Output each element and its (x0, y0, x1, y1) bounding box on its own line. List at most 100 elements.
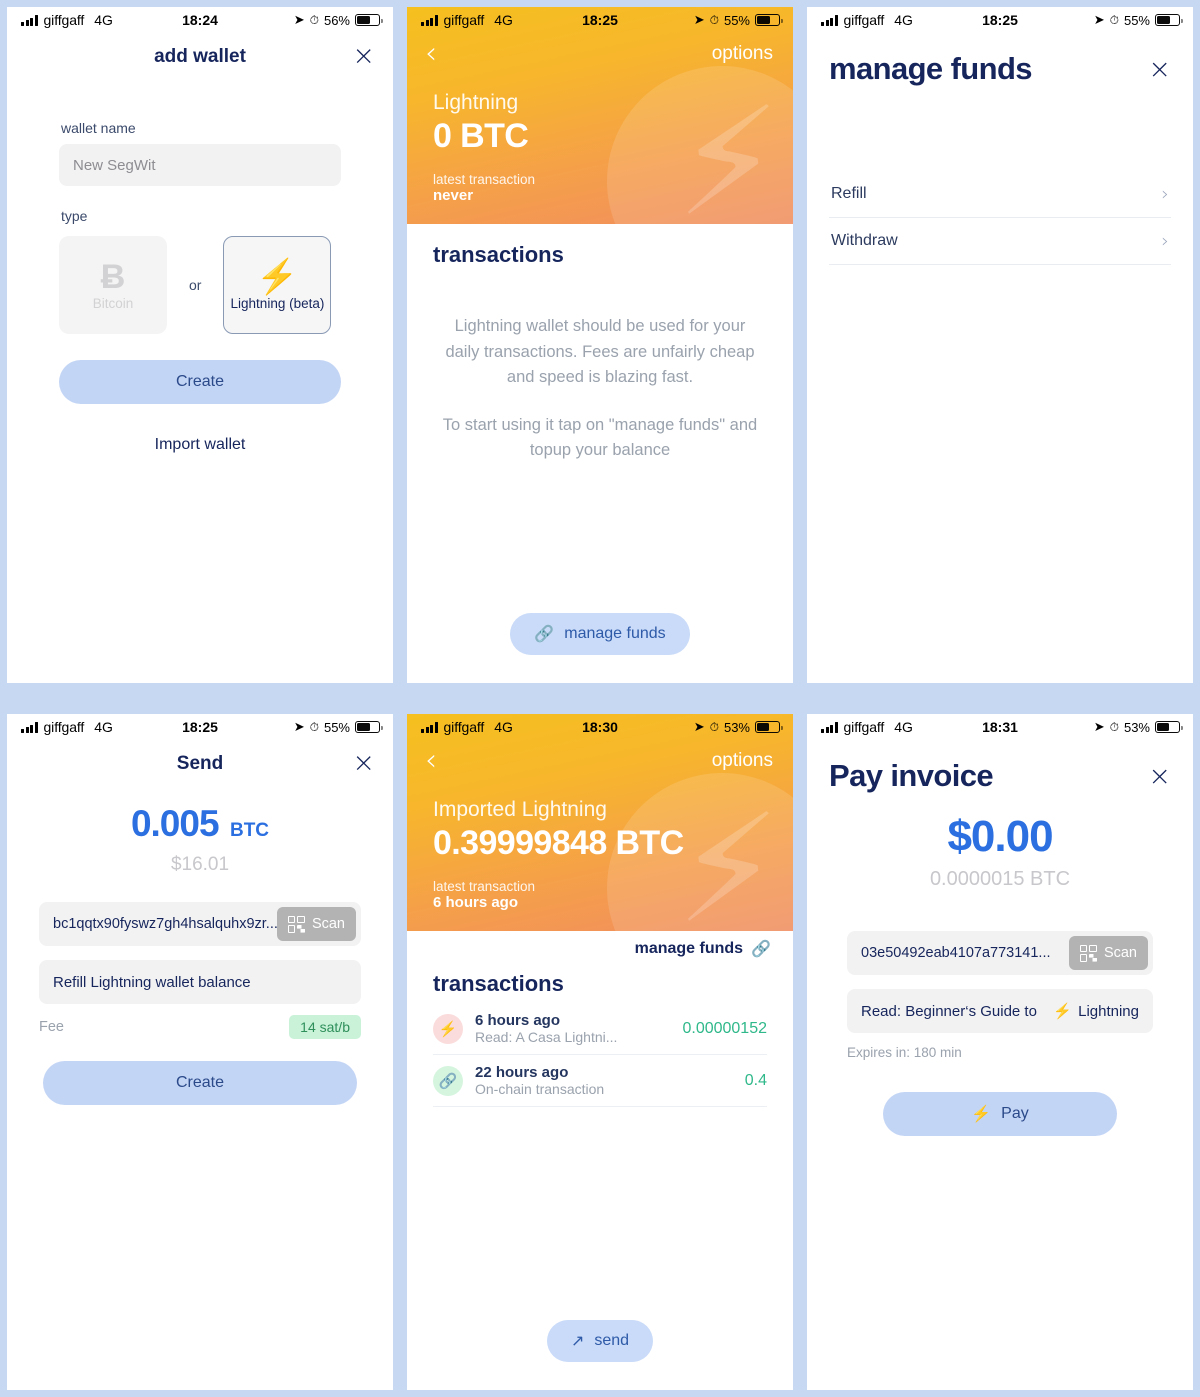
fee-label: Fee (39, 1019, 64, 1035)
manage-funds-area: 🔗 manage funds (407, 613, 793, 655)
fee-row: Fee 14 sat/b (39, 1015, 361, 1039)
amount-display: 0.005 BTC $16.01 (7, 803, 393, 876)
invoice-memo: Read: Beginner‘s Guide to ⚡ Lightning (847, 989, 1153, 1033)
status-bar: giffgaff 4G 18:25 ➤ ⏱ 55% (407, 7, 793, 33)
invoice-amount-btc: 0.0000015 BTC (929, 868, 1071, 890)
battery-icon (355, 721, 383, 733)
arrow-up-right-icon: ↗ (570, 1333, 585, 1350)
invoice-amount-display: $0.00 0.0000015 BTC (807, 812, 1193, 891)
type-option-bitcoin[interactable]: Ƀ Bitcoin (59, 236, 167, 334)
scan-button[interactable]: Scan (276, 907, 356, 941)
amount-unit: BTC (229, 820, 270, 841)
scan-button[interactable]: Scan (1068, 936, 1148, 970)
clock-label: 18:24 (182, 12, 218, 28)
import-wallet-link[interactable]: Import wallet (59, 436, 341, 454)
wallet-name-input[interactable]: New SegWit (59, 144, 341, 186)
hero-nav: ‹ options (407, 740, 793, 776)
lightning-bolt-icon: ⚡ (971, 1106, 992, 1123)
table-row[interactable]: ⚡ 6 hours ago Read: A Casa Lightni... 0.… (433, 1003, 767, 1055)
close-icon[interactable]: × (352, 749, 375, 776)
transaction-description: On-chain transaction (475, 1081, 605, 1097)
clock-label: 18:31 (982, 719, 1018, 735)
clock-label: 18:25 (982, 12, 1018, 28)
back-icon[interactable]: ‹ (425, 39, 437, 69)
address-input[interactable]: bc1qqtx90fyswz7gh4hsalquhx9zr... Scan (39, 902, 361, 946)
address-value: bc1qqtx90fyswz7gh4hsalquhx9zr... (53, 916, 277, 932)
clock-label: 18:25 (582, 12, 618, 28)
fee-badge[interactable]: 14 sat/b (289, 1015, 361, 1039)
invoice-memo-suffix: Lightning (1078, 1002, 1139, 1020)
options-button[interactable]: options (712, 43, 773, 65)
wallet-name: Imported Lightning (433, 798, 607, 821)
latest-transaction-value: 6 hours ago (433, 894, 519, 911)
wallet-hero: giffgaff 4G 18:30 ➤ ⏱ 53% ⚡ ‹ options Im… (407, 714, 793, 931)
empty-state-copy: Lightning wallet should be used for your… (407, 268, 793, 464)
manage-funds-link[interactable]: manage funds 🔗 (407, 931, 793, 959)
close-icon[interactable]: × (1148, 56, 1171, 83)
close-icon[interactable]: × (1148, 763, 1171, 790)
latest-transaction-value: never (433, 187, 474, 204)
create-button[interactable]: Create (59, 360, 341, 404)
modal-header: Send × (7, 740, 393, 785)
clock-label: 18:25 (182, 719, 218, 735)
transactions-heading: transactions (433, 242, 564, 267)
battery-icon (755, 14, 783, 26)
amount-value: 0.005 (130, 803, 220, 844)
lightning-bolt-icon: ⚡ (1053, 1003, 1073, 1020)
screenshot-grid: giffgaff 4G 18:24 ➤ ⏱ 56% add wallet × w… (0, 0, 1200, 1397)
invoice-memo-text: Read: Beginner‘s Guide to (861, 1002, 1037, 1020)
invoice-amount-fiat: $0.00 (947, 812, 1053, 861)
send-label: send (594, 1332, 630, 1349)
options-button[interactable]: options (712, 750, 773, 772)
type-option-bitcoin-label: Bitcoin (92, 295, 134, 311)
back-icon[interactable]: ‹ (425, 746, 437, 776)
memo-input[interactable]: Refill Lightning wallet balance (39, 960, 361, 1004)
send-button[interactable]: ↗ send (546, 1320, 654, 1362)
table-row[interactable]: 🔗 22 hours ago On-chain transaction 0.4 (433, 1055, 767, 1107)
location-arrow-icon: ➤ (1093, 12, 1105, 27)
create-button[interactable]: Create (43, 1061, 357, 1105)
scan-label: Scan (311, 916, 345, 932)
modal-header: manage funds × (807, 33, 1193, 93)
empty-copy-line-2: To start using it tap on "manage funds" … (442, 415, 758, 460)
screen-send: giffgaff 4G 18:25 ➤ ⏱ 55% Send × 0.005 B… (7, 714, 393, 1390)
type-option-lightning-label: Lightning (beta) (230, 295, 325, 311)
manage-funds-label: manage funds (564, 625, 666, 642)
list-item-withdraw[interactable]: Withdraw › (829, 218, 1171, 265)
location-arrow-icon: ➤ (293, 719, 305, 734)
type-option-lightning[interactable]: ⚡ Lightning (beta) (223, 236, 332, 334)
screen-add-wallet: giffgaff 4G 18:24 ➤ ⏱ 56% add wallet × w… (7, 7, 393, 683)
screen-imported-lightning: giffgaff 4G 18:30 ➤ ⏱ 53% ⚡ ‹ options Im… (407, 714, 793, 1390)
scan-label: Scan (1103, 945, 1137, 961)
transaction-time: 6 hours ago (475, 1012, 561, 1029)
status-bar: giffgaff 4G 18:24 ➤ ⏱ 56% (7, 7, 393, 33)
chevron-right-icon: › (1161, 230, 1169, 252)
pay-button[interactable]: ⚡ Pay (883, 1092, 1117, 1136)
page-title: add wallet (154, 46, 246, 67)
battery-icon (355, 14, 383, 26)
transaction-description: Read: A Casa Lightni... (475, 1029, 618, 1045)
qr-code-icon (287, 915, 305, 933)
close-icon[interactable]: × (352, 42, 375, 69)
screen-pay-invoice: giffgaff 4G 18:31 ➤ ⏱ 53% Pay invoice × … (807, 714, 1193, 1390)
chevron-right-icon: › (1161, 183, 1169, 205)
page-title: Send (176, 753, 224, 774)
latest-transaction-label: latest transaction (433, 172, 536, 187)
invoice-input[interactable]: 03e50492eab4107a773141... Scan (847, 931, 1153, 975)
list-item-refill[interactable]: Refill › (829, 171, 1171, 218)
manage-funds-button[interactable]: 🔗 manage funds (510, 613, 690, 655)
amount-fiat: $16.01 (170, 854, 230, 875)
or-label: or (189, 277, 202, 293)
expires-label: Expires in: 180 min (847, 1045, 962, 1060)
screen-lightning-wallet: giffgaff 4G 18:25 ➤ ⏱ 55% ⚡ ‹ options Li… (407, 7, 793, 683)
link-chain-icon: 🔗 (433, 1065, 463, 1096)
type-label: type (61, 208, 88, 224)
wallet-hero: giffgaff 4G 18:25 ➤ ⏱ 55% ⚡ ‹ options Li… (407, 7, 793, 224)
location-arrow-icon: ➤ (693, 719, 705, 734)
battery-icon (1155, 721, 1183, 733)
battery-icon (1155, 14, 1183, 26)
transaction-time: 22 hours ago (475, 1064, 569, 1081)
manage-funds-label: manage funds (634, 940, 744, 957)
list-item-label: Refill (831, 185, 867, 202)
link-chain-icon: 🔗 (534, 626, 555, 643)
